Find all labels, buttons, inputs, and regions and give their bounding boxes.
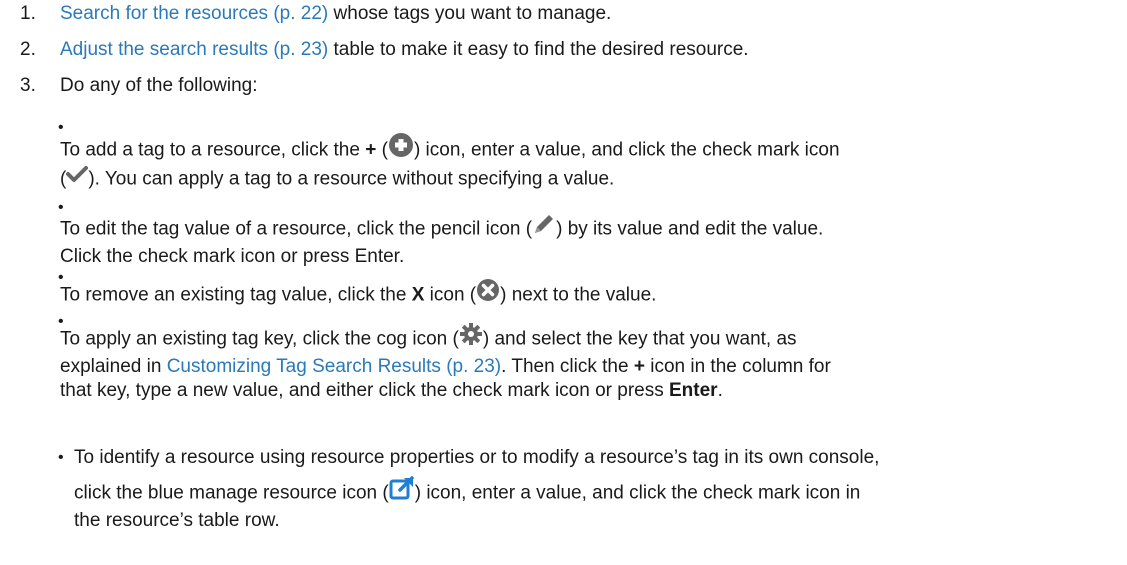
bullet-dot: • [58, 269, 64, 286]
bullet-remove-tag: • To remove an existing tag value, click… [58, 270, 1098, 311]
step-text: Do any of the following: [60, 75, 258, 96]
bullet-apply-key: • To apply an existing tag key, click th… [58, 313, 831, 402]
search-resources-link[interactable]: Search for the resources (p. 22) [60, 3, 328, 24]
plus-circle-icon [388, 132, 414, 165]
bullet-dot: • [58, 313, 64, 330]
check-mark-icon [66, 165, 89, 190]
step-3: 3. Do any of the following: [20, 74, 258, 98]
step-text: whose tags you want to manage. [328, 3, 612, 24]
remove-circle-icon [476, 278, 500, 309]
bullet-add-tag: • To add a tag to a resource, click the … [58, 119, 840, 190]
bullet-dot: • [58, 199, 64, 216]
step-number: 2. [20, 39, 36, 60]
pencil-icon [532, 212, 556, 243]
step-1: 1. Search for the resources (p. 22) whos… [20, 2, 611, 26]
customizing-tag-search-link[interactable]: Customizing Tag Search Results (p. 23) [167, 356, 501, 377]
bullet-manage-resource: • To identify a resource using resource … [58, 447, 880, 531]
step-2: 2. Adjust the search results (p. 23) tab… [20, 38, 749, 62]
manage-resource-icon [389, 476, 415, 507]
adjust-results-link[interactable]: Adjust the search results (p. 23) [60, 39, 328, 60]
bullet-edit-tag: • To edit the tag value of a resource, c… [58, 199, 824, 268]
cog-icon [459, 322, 483, 353]
step-number: 3. [20, 75, 36, 96]
step-text: table to make it easy to find the desire… [328, 39, 749, 60]
bullet-dot: • [58, 449, 64, 466]
bullet-dot: • [58, 119, 64, 136]
step-number: 1. [20, 3, 36, 24]
